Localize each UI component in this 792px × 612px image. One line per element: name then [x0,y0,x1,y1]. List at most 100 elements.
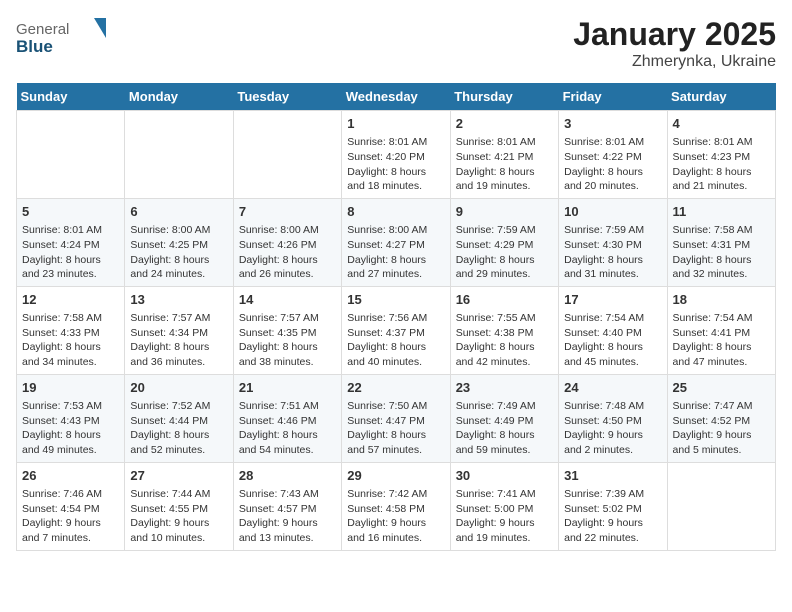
weekday-header-sunday: Sunday [17,83,125,111]
day-info: Sunrise: 7:53 AM Sunset: 4:43 PM Dayligh… [22,399,119,458]
calendar-day-cell: 27 Sunrise: 7:44 AM Sunset: 4:55 PM Dayli… [125,462,233,550]
day-number: 12 [22,291,119,309]
weekday-header-monday: Monday [125,83,233,111]
calendar-day-cell: 8 Sunrise: 8:00 AM Sunset: 4:27 PM Daylig… [342,198,450,286]
calendar-week-row: 26 Sunrise: 7:46 AM Sunset: 4:54 PM Dayli… [17,462,776,550]
day-number: 20 [130,379,227,397]
calendar-day-cell: 31 Sunrise: 7:39 AM Sunset: 5:02 PM Dayli… [559,462,667,550]
day-number: 14 [239,291,336,309]
day-info: Sunrise: 7:58 AM Sunset: 4:33 PM Dayligh… [22,311,119,370]
day-number: 26 [22,467,119,485]
day-info: Sunrise: 7:58 AM Sunset: 4:31 PM Dayligh… [673,223,770,282]
weekday-header-row: SundayMondayTuesdayWednesdayThursdayFrid… [17,83,776,111]
day-number: 9 [456,203,553,221]
calendar-day-cell: 21 Sunrise: 7:51 AM Sunset: 4:46 PM Dayli… [233,374,341,462]
calendar-empty-cell [17,111,125,199]
day-info: Sunrise: 8:01 AM Sunset: 4:20 PM Dayligh… [347,135,444,194]
day-info: Sunrise: 7:59 AM Sunset: 4:30 PM Dayligh… [564,223,661,282]
calendar-day-cell: 13 Sunrise: 7:57 AM Sunset: 4:34 PM Dayli… [125,286,233,374]
calendar-day-cell: 10 Sunrise: 7:59 AM Sunset: 4:30 PM Dayli… [559,198,667,286]
calendar-day-cell: 18Sunrise: 7:54 AM Sunset: 4:41 PM Dayli… [667,286,775,374]
day-number: 27 [130,467,227,485]
day-number: 29 [347,467,444,485]
calendar-day-cell: 14 Sunrise: 7:57 AM Sunset: 4:35 PM Dayli… [233,286,341,374]
page-subtitle: Zhmerynka, Ukraine [573,53,776,71]
day-info: Sunrise: 8:00 AM Sunset: 4:26 PM Dayligh… [239,223,336,282]
calendar-empty-cell [125,111,233,199]
calendar-day-cell: 30 Sunrise: 7:41 AM Sunset: 5:00 PM Dayli… [450,462,558,550]
day-number: 3 [564,115,661,133]
day-info: Sunrise: 7:54 AM Sunset: 4:40 PM Dayligh… [564,311,661,370]
day-info: Sunrise: 8:01 AM Sunset: 4:22 PM Dayligh… [564,135,661,194]
logo: General Blue [16,16,106,58]
calendar-day-cell: 5 Sunrise: 8:01 AM Sunset: 4:24 PM Daylig… [17,198,125,286]
day-info: Sunrise: 7:39 AM Sunset: 5:02 PM Dayligh… [564,487,661,546]
day-number: 28 [239,467,336,485]
day-info: Sunrise: 7:57 AM Sunset: 4:35 PM Dayligh… [239,311,336,370]
calendar-day-cell: 20 Sunrise: 7:52 AM Sunset: 4:44 PM Dayli… [125,374,233,462]
page-title: January 2025 [573,16,776,53]
calendar-day-cell: 4 Sunrise: 8:01 AM Sunset: 4:23 PM Daylig… [667,111,775,199]
day-number: 23 [456,379,553,397]
day-number: 2 [456,115,553,133]
day-info: Sunrise: 8:01 AM Sunset: 4:23 PM Dayligh… [673,135,770,194]
calendar-day-cell: 7 Sunrise: 8:00 AM Sunset: 4:26 PM Daylig… [233,198,341,286]
day-info: Sunrise: 7:51 AM Sunset: 4:46 PM Dayligh… [239,399,336,458]
day-info: Sunrise: 7:49 AM Sunset: 4:49 PM Dayligh… [456,399,553,458]
svg-text:Blue: Blue [16,37,53,56]
calendar-week-row: 1Sunrise: 8:01 AM Sunset: 4:20 PM Daylig… [17,111,776,199]
day-number: 10 [564,203,661,221]
calendar-day-cell: 23 Sunrise: 7:49 AM Sunset: 4:49 PM Dayli… [450,374,558,462]
day-number: 16 [456,291,553,309]
calendar-day-cell: 1Sunrise: 8:01 AM Sunset: 4:20 PM Daylig… [342,111,450,199]
day-info: Sunrise: 7:55 AM Sunset: 4:38 PM Dayligh… [456,311,553,370]
day-number: 6 [130,203,227,221]
day-info: Sunrise: 7:46 AM Sunset: 4:54 PM Dayligh… [22,487,119,546]
day-number: 5 [22,203,119,221]
day-number: 17 [564,291,661,309]
logo-svg: General Blue [16,16,106,58]
calendar-day-cell: 26 Sunrise: 7:46 AM Sunset: 4:54 PM Dayli… [17,462,125,550]
day-info: Sunrise: 8:00 AM Sunset: 4:25 PM Dayligh… [130,223,227,282]
weekday-header-thursday: Thursday [450,83,558,111]
day-info: Sunrise: 7:41 AM Sunset: 5:00 PM Dayligh… [456,487,553,546]
day-info: Sunrise: 7:52 AM Sunset: 4:44 PM Dayligh… [130,399,227,458]
day-number: 31 [564,467,661,485]
calendar-day-cell: 6 Sunrise: 8:00 AM Sunset: 4:25 PM Daylig… [125,198,233,286]
calendar-day-cell: 22Sunrise: 7:50 AM Sunset: 4:47 PM Dayli… [342,374,450,462]
day-number: 22 [347,379,444,397]
calendar-week-row: 19 Sunrise: 7:53 AM Sunset: 4:43 PM Dayli… [17,374,776,462]
day-info: Sunrise: 7:54 AM Sunset: 4:41 PM Dayligh… [673,311,770,370]
day-number: 7 [239,203,336,221]
title-block: January 2025 Zhmerynka, Ukraine [573,16,776,71]
day-info: Sunrise: 8:00 AM Sunset: 4:27 PM Dayligh… [347,223,444,282]
day-number: 8 [347,203,444,221]
calendar-day-cell: 17 Sunrise: 7:54 AM Sunset: 4:40 PM Dayli… [559,286,667,374]
day-number: 19 [22,379,119,397]
day-info: Sunrise: 7:43 AM Sunset: 4:57 PM Dayligh… [239,487,336,546]
day-number: 21 [239,379,336,397]
calendar-empty-cell [233,111,341,199]
calendar-week-row: 12 Sunrise: 7:58 AM Sunset: 4:33 PM Dayli… [17,286,776,374]
day-number: 11 [673,203,770,221]
day-number: 15 [347,291,444,309]
day-info: Sunrise: 8:01 AM Sunset: 4:24 PM Dayligh… [22,223,119,282]
calendar-day-cell: 9 Sunrise: 7:59 AM Sunset: 4:29 PM Daylig… [450,198,558,286]
calendar-day-cell: 2Sunrise: 8:01 AM Sunset: 4:21 PM Daylig… [450,111,558,199]
calendar-table: SundayMondayTuesdayWednesdayThursdayFrid… [16,83,776,551]
day-info: Sunrise: 7:59 AM Sunset: 4:29 PM Dayligh… [456,223,553,282]
weekday-header-wednesday: Wednesday [342,83,450,111]
day-number: 13 [130,291,227,309]
calendar-week-row: 5 Sunrise: 8:01 AM Sunset: 4:24 PM Daylig… [17,198,776,286]
day-info: Sunrise: 7:57 AM Sunset: 4:34 PM Dayligh… [130,311,227,370]
day-number: 4 [673,115,770,133]
calendar-day-cell: 16 Sunrise: 7:55 AM Sunset: 4:38 PM Dayli… [450,286,558,374]
day-info: Sunrise: 7:42 AM Sunset: 4:58 PM Dayligh… [347,487,444,546]
svg-text:General: General [16,21,69,38]
day-info: Sunrise: 7:44 AM Sunset: 4:55 PM Dayligh… [130,487,227,546]
weekday-header-friday: Friday [559,83,667,111]
day-info: Sunrise: 7:56 AM Sunset: 4:37 PM Dayligh… [347,311,444,370]
calendar-day-cell: 11 Sunrise: 7:58 AM Sunset: 4:31 PM Dayli… [667,198,775,286]
calendar-day-cell: 12 Sunrise: 7:58 AM Sunset: 4:33 PM Dayli… [17,286,125,374]
day-number: 30 [456,467,553,485]
